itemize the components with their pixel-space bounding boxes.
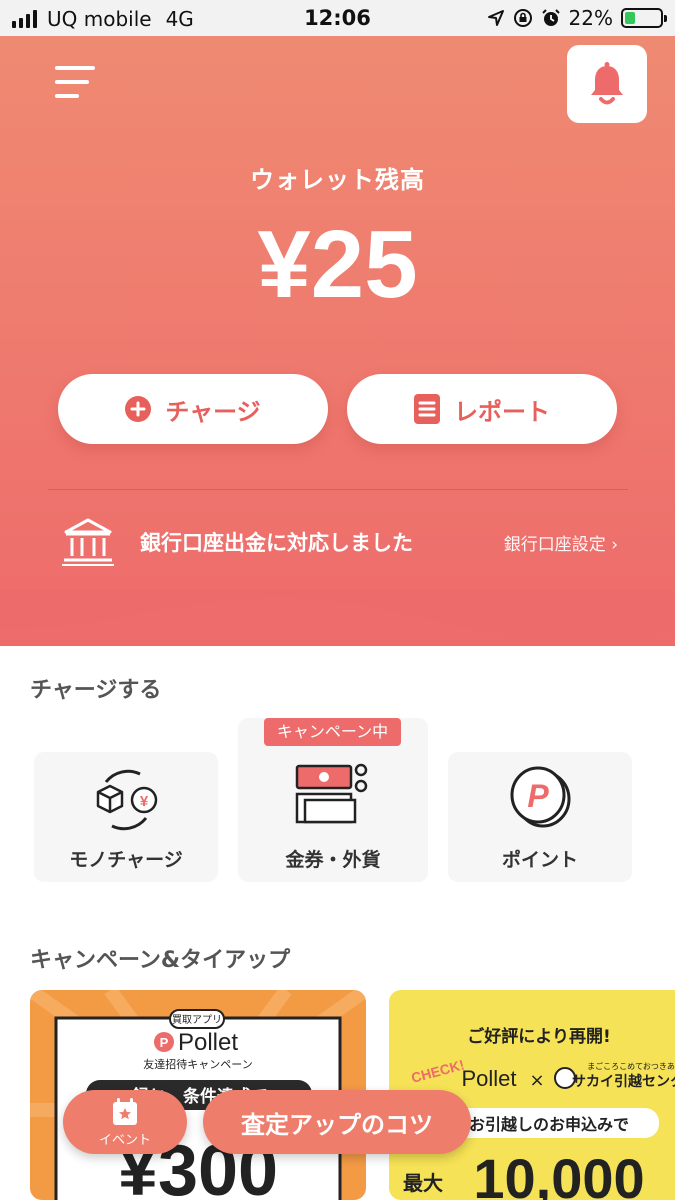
wallet-balance-value: ¥25 bbox=[257, 211, 418, 318]
point-label: ポイント bbox=[501, 849, 578, 871]
bank-notice-text: 銀行口座出金に対応しました bbox=[140, 531, 413, 555]
appraisal-tips-label: 査定アップのコツ bbox=[241, 1110, 433, 1139]
banner2-times: × bbox=[529, 1070, 544, 1091]
report-button[interactable]: レポート bbox=[347, 374, 617, 444]
wallet-balance-label: ウォレット残高 bbox=[250, 166, 425, 194]
bank-withdraw-notice[interactable]: 銀行口座出金に対応しました 銀行口座設定 › bbox=[62, 512, 622, 572]
hero-wave-divider bbox=[0, 590, 675, 644]
banner2-amount-prefix: 最大 bbox=[403, 1171, 443, 1195]
location-arrow-icon bbox=[487, 10, 504, 26]
battery-icon bbox=[621, 8, 667, 28]
banner2-offer: お引越しのお申込みで bbox=[469, 1115, 629, 1134]
charge-button-label: チャージ bbox=[165, 397, 261, 426]
bank-settings-link[interactable]: 銀行口座設定 › bbox=[504, 530, 618, 555]
point-coin-icon: P bbox=[510, 766, 571, 828]
alarm-clock-icon bbox=[541, 9, 560, 26]
goods-charge-card[interactable]: ¥ モノチャージ bbox=[34, 752, 218, 882]
svg-text:¥: ¥ bbox=[140, 793, 149, 810]
report-list-icon bbox=[414, 394, 440, 424]
appraisal-tips-button[interactable]: 査定アップのコツ bbox=[203, 1090, 471, 1154]
notification-bell-button[interactable] bbox=[567, 45, 647, 123]
point-card[interactable]: P ポイント bbox=[448, 752, 632, 882]
svg-text:P: P bbox=[527, 778, 549, 814]
banner2-check: CHECK! bbox=[409, 1056, 466, 1086]
voucher-cash-icon bbox=[295, 763, 368, 824]
charge-section-title: チャージする bbox=[30, 678, 162, 703]
banner1-tag: 買取アプリ bbox=[172, 1014, 222, 1026]
banner2-brand: Pollet bbox=[461, 1066, 516, 1091]
voucher-currency-label: 金券・外貨 bbox=[285, 849, 381, 871]
banner2-partner-tagline: まごころこめておつきあい bbox=[587, 1061, 675, 1071]
hamburger-menu-icon[interactable] bbox=[55, 66, 97, 102]
banner2-amount: 10,000 bbox=[473, 1147, 644, 1200]
goods-charge-label: モノチャージ bbox=[69, 849, 183, 871]
bank-building-icon bbox=[62, 518, 114, 566]
rotation-lock-icon bbox=[513, 9, 532, 27]
plus-circle-icon bbox=[125, 396, 152, 422]
battery-percent: 22% bbox=[568, 6, 613, 30]
bell-icon bbox=[591, 62, 623, 105]
banner1-brand: Pollet bbox=[178, 1029, 238, 1056]
event-button-label: イベント bbox=[98, 1132, 151, 1148]
status-bar: UQ mobile 4G 12:06 22% bbox=[0, 0, 675, 36]
campaign-section-title: キャンペーン&タイアップ bbox=[30, 948, 291, 973]
event-button[interactable]: イベント bbox=[63, 1090, 187, 1154]
banner2-headline: ご好評により再開! bbox=[467, 1026, 610, 1047]
charge-button[interactable]: チャージ bbox=[58, 374, 328, 444]
banner2-partner: サカイ引越センター bbox=[572, 1073, 675, 1090]
svg-text:P: P bbox=[160, 1035, 169, 1050]
calendar-star-icon bbox=[113, 1097, 137, 1125]
report-button-label: レポート bbox=[454, 397, 550, 426]
banner1-subtitle: 友達招待キャンペーン bbox=[143, 1057, 252, 1071]
hero-divider bbox=[48, 489, 628, 490]
campaign-active-badge: キャンペーン中 bbox=[264, 718, 401, 746]
goods-yen-exchange-icon: ¥ bbox=[96, 769, 158, 831]
